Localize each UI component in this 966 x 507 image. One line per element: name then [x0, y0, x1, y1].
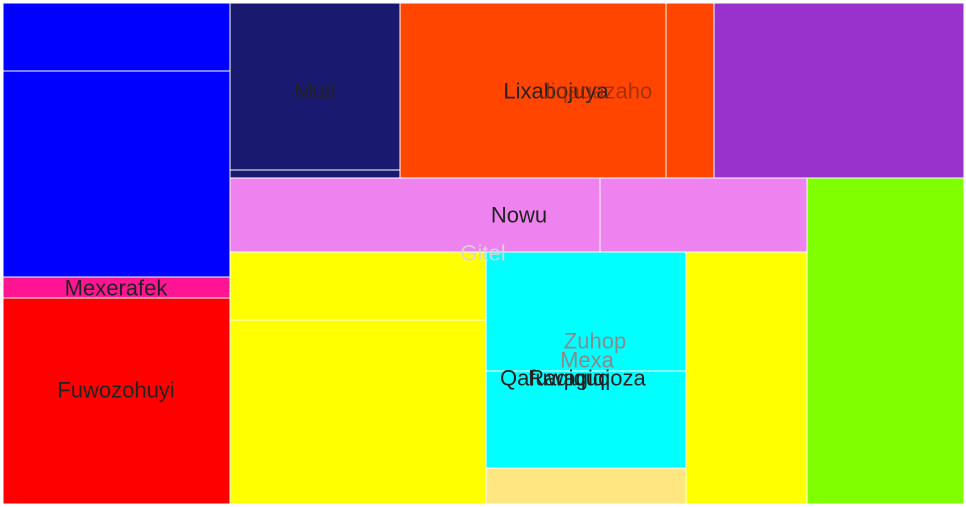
tile-label-mexerafek: Mexerafek	[65, 276, 169, 301]
tile-label-jiqaqazaho: Jiqaqazaho	[540, 79, 653, 104]
treemap-tile-group0-0	[2, 2, 231, 72]
group-label-gitel: Gitel	[460, 241, 505, 266]
tile-label-zuhop: Zuhop	[564, 329, 626, 354]
treemap-tile-mexa-2	[485, 467, 687, 505]
treemap-tile-gitel-2	[685, 251, 808, 505]
tile-label-fuwozohuyi: Fuwozohuyi	[57, 378, 174, 403]
treemap-tile-muti-1	[229, 169, 401, 179]
tile-label-raqiquqoza: Raqiquqoza	[528, 366, 646, 391]
treemap-tile-group0-1	[2, 70, 231, 278]
treemap-tile-gitel-0	[229, 251, 487, 321]
treemap-tile-group9-0	[806, 177, 965, 505]
treemap-tile-qafuwagiqi	[229, 319, 487, 505]
tile-label-nowu: Nowu	[491, 203, 547, 228]
treemap-tile-nowu-1	[599, 177, 808, 253]
treemap-chart: GitelMexaMexerafekFuwozohuyiMuti Lixaboju…	[2, 2, 965, 505]
tile-label-muti: Muti	[294, 79, 336, 104]
treemap-tile-group5-0	[713, 2, 965, 179]
treemap-tile-jiqaqazaho	[665, 2, 715, 179]
